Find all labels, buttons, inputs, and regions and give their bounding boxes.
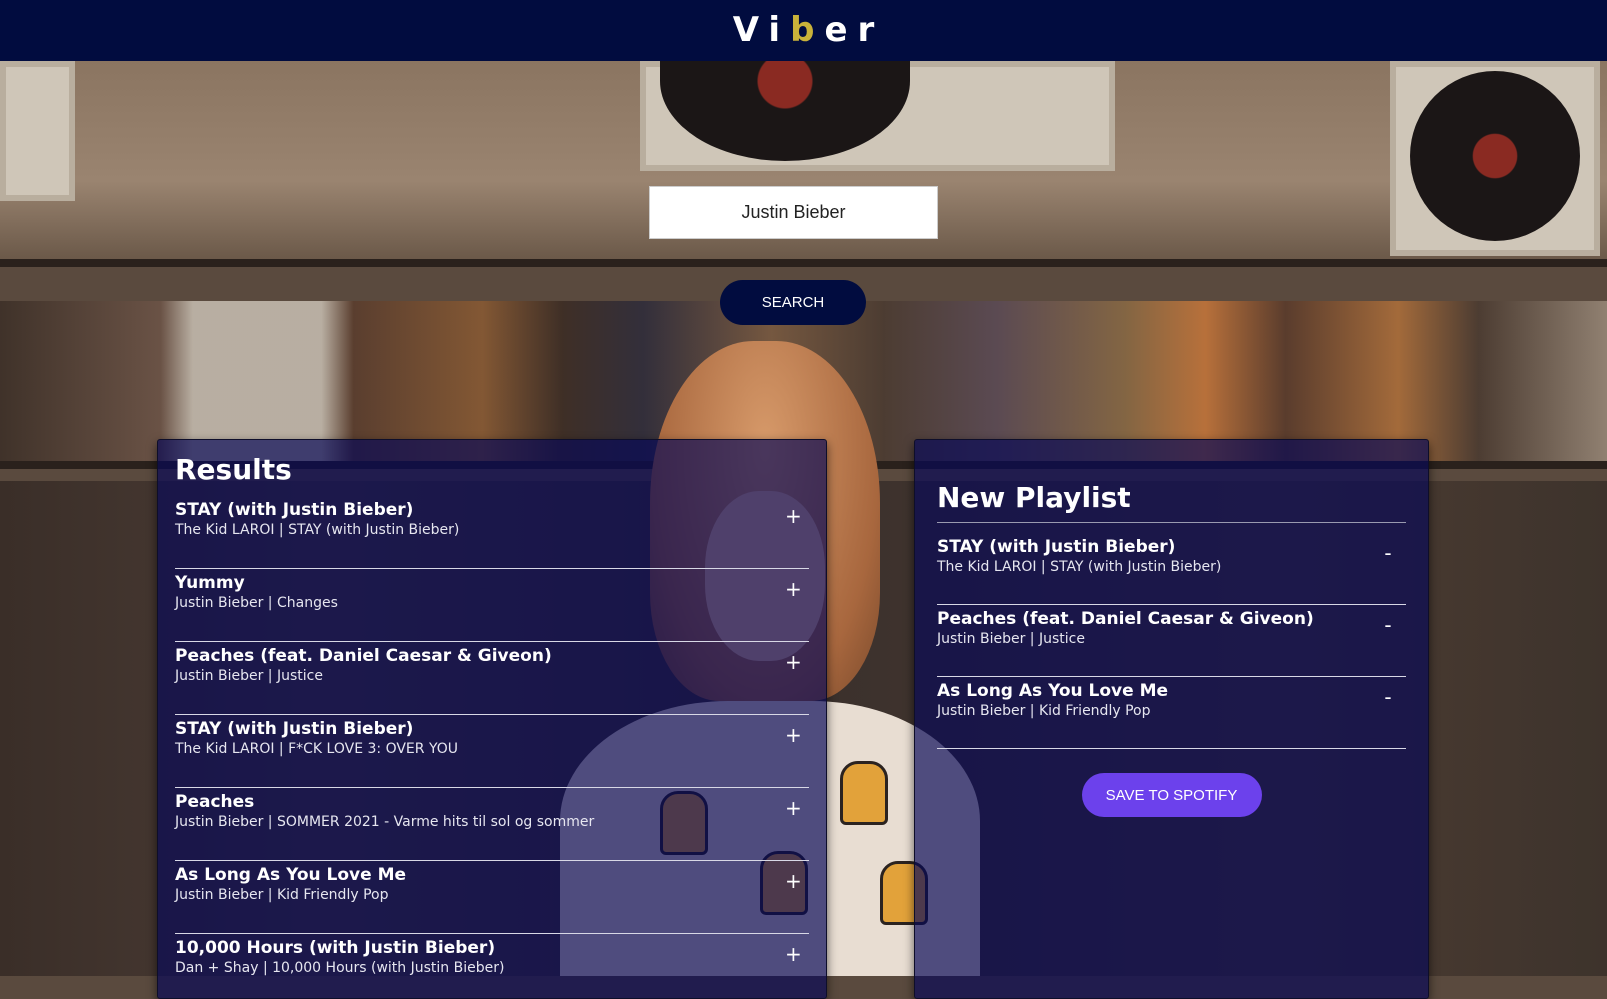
track-info: Justin Bieber | Kid Friendly Pop <box>175 887 389 903</box>
result-track: 10,000 Hours (with Justin Bieber) Dan + … <box>175 934 809 998</box>
track-info: The Kid LAROI | STAY (with Justin Bieber… <box>175 522 460 538</box>
track-name: STAY (with Justin Bieber) <box>937 537 1176 557</box>
track-name: Peaches (feat. Daniel Caesar & Giveon) <box>175 646 552 666</box>
track-name: STAY (with Justin Bieber) <box>175 500 414 520</box>
result-track: STAY (with Justin Bieber) The Kid LAROI … <box>175 496 809 569</box>
result-track: Yummy Justin Bieber | Changes + <box>175 569 809 642</box>
remove-track-button[interactable]: - <box>1376 611 1400 639</box>
track-name: 10,000 Hours (with Justin Bieber) <box>175 938 496 958</box>
add-track-button[interactable]: + <box>779 794 803 822</box>
search-input[interactable] <box>649 186 938 239</box>
add-track-button[interactable]: + <box>779 648 803 676</box>
track-name: As Long As You Love Me <box>937 681 1169 701</box>
remove-track-button[interactable]: - <box>1376 683 1400 711</box>
playlist-track: STAY (with Justin Bieber) The Kid LAROI … <box>937 533 1406 605</box>
app-logo: Viber <box>732 10 885 50</box>
add-track-button[interactable]: + <box>779 940 803 968</box>
track-info: Justin Bieber | Justice <box>175 668 323 684</box>
add-track-button[interactable]: + <box>779 575 803 603</box>
track-name: Peaches <box>175 792 255 812</box>
playlist-track: As Long As You Love Me Justin Bieber | K… <box>937 677 1406 749</box>
playlist-title[interactable]: New Playlist <box>937 480 1406 523</box>
track-info: Justin Bieber | Kid Friendly Pop <box>937 703 1151 719</box>
top-bar: Viber <box>0 0 1607 61</box>
add-track-button[interactable]: + <box>779 502 803 530</box>
track-name: Peaches (feat. Daniel Caesar & Giveon) <box>937 609 1314 629</box>
track-info: The Kid LAROI | F*CK LOVE 3: OVER YOU <box>175 741 458 757</box>
remove-track-button[interactable]: - <box>1376 539 1400 567</box>
results-panel: Results STAY (with Justin Bieber) The Ki… <box>157 439 827 999</box>
save-to-spotify-button[interactable]: SAVE TO SPOTIFY <box>1081 773 1262 817</box>
search-button[interactable]: SEARCH <box>720 280 866 325</box>
playlist-track: Peaches (feat. Daniel Caesar & Giveon) J… <box>937 605 1406 677</box>
result-track: As Long As You Love Me Justin Bieber | K… <box>175 861 809 934</box>
result-track: Peaches (feat. Daniel Caesar & Giveon) J… <box>175 642 809 715</box>
result-track: Peaches Justin Bieber | SOMMER 2021 - Va… <box>175 788 809 861</box>
track-name: STAY (with Justin Bieber) <box>175 719 414 739</box>
track-info: Justin Bieber | SOMMER 2021 - Varme hits… <box>175 814 595 830</box>
track-info: Dan + Shay | 10,000 Hours (with Justin B… <box>175 960 505 976</box>
add-track-button[interactable]: + <box>779 721 803 749</box>
result-track: STAY (with Justin Bieber) The Kid LAROI … <box>175 715 809 788</box>
track-name: As Long As You Love Me <box>175 865 407 885</box>
results-title: Results <box>175 453 292 486</box>
add-track-button[interactable]: + <box>779 867 803 895</box>
track-info: The Kid LAROI | STAY (with Justin Bieber… <box>937 559 1222 575</box>
track-info: Justin Bieber | Changes <box>175 595 338 611</box>
playlist-panel: New Playlist STAY (with Justin Bieber) T… <box>914 439 1429 999</box>
track-info: Justin Bieber | Justice <box>937 631 1085 647</box>
track-name: Yummy <box>175 573 245 593</box>
